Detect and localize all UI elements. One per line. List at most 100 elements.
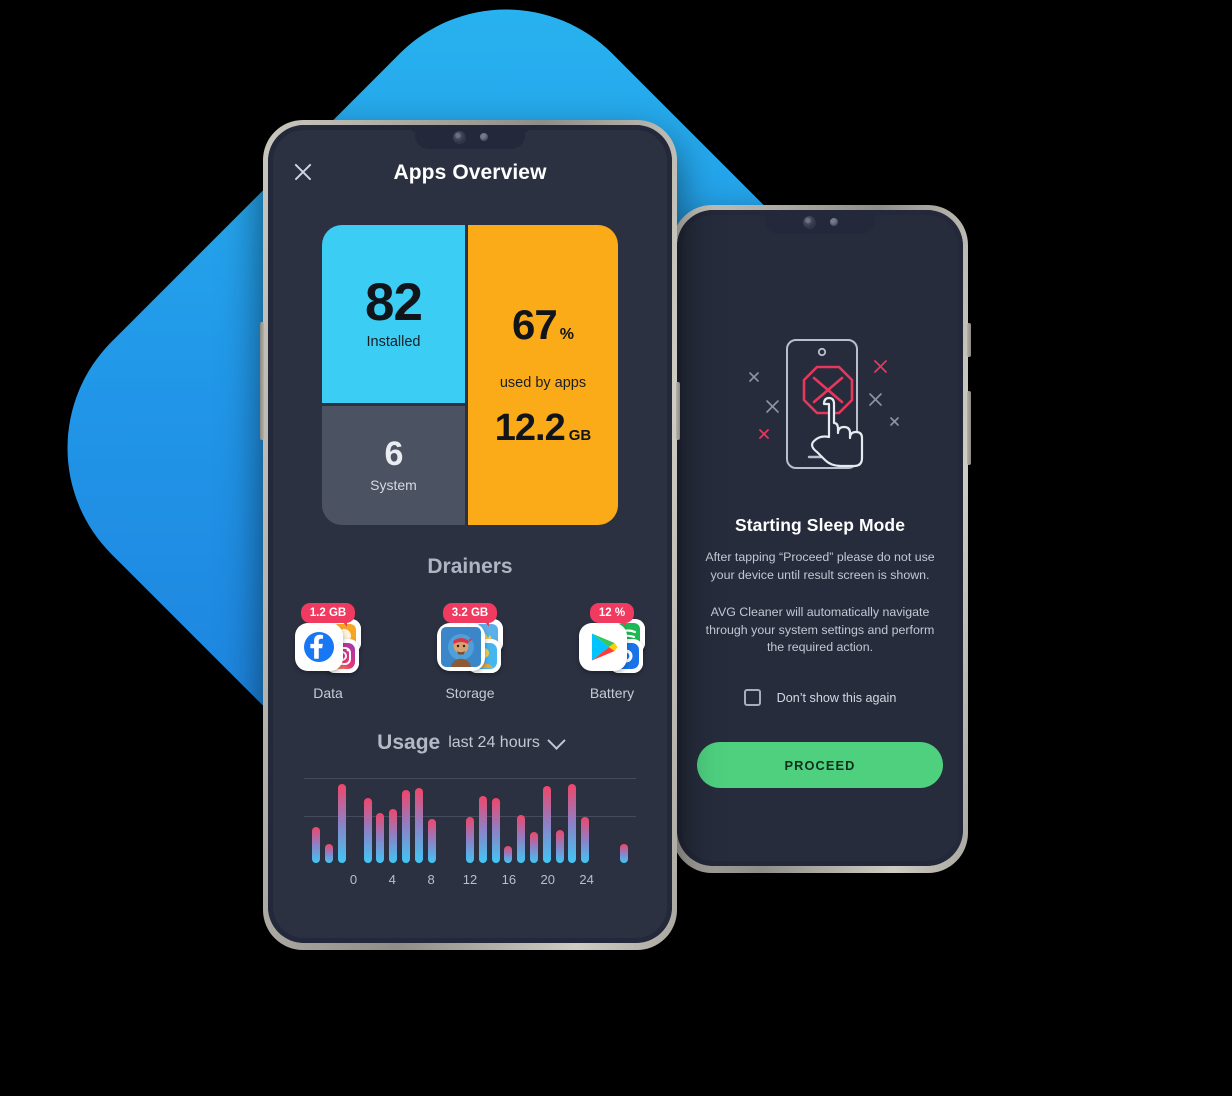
chart-bar (427, 819, 436, 863)
chart-bar-slot (400, 771, 413, 863)
system-apps-card[interactable]: 6 System (322, 406, 465, 525)
chart-bar (491, 798, 500, 863)
chart-bar-slot (515, 771, 528, 863)
sensor-icon (829, 218, 838, 226)
sleep-mode-title: Starting Sleep Mode (734, 515, 906, 535)
storage-usage-card[interactable]: 67 % used by apps 12.2 GB (468, 225, 618, 525)
chart-bar-slot (553, 771, 566, 863)
notch-front (415, 125, 525, 149)
volume-button-back[interactable] (967, 323, 971, 357)
screen-back: Starting Sleep Mode After tapping “Proce… (677, 210, 963, 866)
chart-bar-slot (310, 771, 323, 863)
drainer-data[interactable]: 1.2 GB Data (286, 603, 370, 701)
chart-bar (504, 846, 513, 863)
chart-bar-slot (451, 771, 464, 863)
chart-bar-slot (412, 771, 425, 863)
storage-percent-row: 67 % (512, 301, 574, 349)
storage-caption: used by apps (499, 374, 587, 391)
storage-size-row: 12.2 GB (495, 407, 591, 450)
chart-bar (389, 808, 398, 863)
drainers-title: Drainers (427, 555, 513, 578)
chart-bar (517, 814, 526, 863)
drainer-badge-wrap: 3.2 GB (442, 603, 498, 627)
chart-bar (568, 783, 577, 863)
chart-bar (376, 812, 385, 863)
chart-bar-slot (348, 771, 361, 863)
chart-x-tick: 12 (462, 872, 478, 887)
dont-show-again-label: Don’t show this again (776, 690, 897, 705)
usage-chart: 0 4 8 12 16 20 24 (304, 771, 636, 887)
proceed-button[interactable]: PROCEED (697, 742, 943, 788)
chart-x-tick: 4 (388, 872, 396, 887)
chart-bar-slot (323, 771, 336, 863)
installed-apps-card[interactable]: 82 Installed (322, 225, 465, 403)
drainer-badge-wrap: 12 % (589, 603, 635, 627)
chart-bar-slot (579, 771, 592, 863)
front-camera-icon (452, 130, 466, 144)
drainer-badge-wrap: 1.2 GB (300, 603, 356, 627)
chart-bar (465, 817, 474, 863)
chart-bar-slot (336, 771, 349, 863)
chart-bar (542, 785, 551, 863)
system-apps-value: 6 (384, 435, 404, 474)
chart-x-axis: 0 4 8 12 16 20 24 (334, 872, 606, 887)
drainer-storage-badge: 3.2 GB (442, 603, 498, 627)
sleep-mode-paragraph-2: AVG Cleaner will automatically navigate … (705, 605, 935, 655)
page-title: Apps Overview (393, 161, 547, 184)
stat-cards-left-column: 82 Installed 6 System (322, 225, 465, 525)
drainer-battery[interactable]: 12 % Battery (570, 603, 654, 701)
chart-bar-slot (617, 771, 630, 863)
chart-bar-slot (489, 771, 502, 863)
chart-x-tick: 16 (501, 872, 517, 887)
drainer-data-badge: 1.2 GB (300, 603, 356, 627)
screen-front: Apps Overview 82 Installed 6 System 67 %… (268, 125, 672, 943)
volume-button-front[interactable] (260, 322, 264, 440)
installed-apps-value: 82 (365, 272, 423, 332)
drainer-storage[interactable]: 3.2 GB Storage (428, 603, 512, 701)
chart-x-tick: 24 (579, 872, 594, 887)
storage-percent-value: 67 (512, 300, 558, 348)
chart-bar (529, 831, 538, 863)
chart-bar-slot (528, 771, 541, 863)
drainer-battery-label: Battery (589, 685, 635, 701)
drainer-data-label: Data (313, 685, 343, 701)
usage-title: Usage (377, 731, 441, 754)
chart-bar-slot (387, 771, 400, 863)
power-button-front[interactable] (676, 382, 680, 440)
chart-bar (325, 844, 334, 863)
system-apps-label: System (370, 476, 417, 493)
drainer-battery-icons (579, 617, 645, 675)
chart-bar-slot (566, 771, 579, 863)
stat-cards: 82 Installed 6 System 67 % used by apps … (322, 225, 618, 525)
chart-bar (581, 817, 590, 863)
chart-x-tick: 8 (427, 872, 435, 887)
storage-size-unit: GB (568, 426, 592, 444)
chart-bar-slot (464, 771, 477, 863)
chart-bar-slot (361, 771, 374, 863)
chart-bar (401, 789, 410, 863)
drainers-list: 1.2 GB Data 3.2 GB Storage 12 % Battery (268, 603, 672, 701)
drainer-data-icons (295, 617, 361, 675)
chart-x-tick: 20 (540, 872, 555, 887)
phone-blocked-tap-icon (725, 334, 915, 489)
dont-show-again-row[interactable]: Don’t show this again (743, 689, 897, 707)
sleep-mode-paragraph-1: After tapping “Proceed” please do not us… (705, 550, 935, 582)
chart-bar-slot (540, 771, 553, 863)
chart-x-tick: 0 (349, 872, 358, 887)
dont-show-again-checkbox[interactable] (743, 689, 761, 707)
chevron-down-icon[interactable] (547, 730, 566, 750)
usage-chart-plot (304, 771, 636, 863)
drainer-battery-badge: 12 % (589, 603, 635, 627)
phone-apps-overview: Apps Overview 82 Installed 6 System 67 %… (260, 120, 680, 950)
chart-bar (414, 787, 423, 863)
chart-bar-slot (425, 771, 438, 863)
chart-bar-slot (438, 771, 451, 863)
power-button-back[interactable] (967, 391, 971, 465)
chart-bar-slot (374, 771, 387, 863)
storage-percent-unit: % (559, 325, 574, 343)
chart-bar (363, 798, 372, 863)
facebook-icon (295, 623, 343, 671)
usage-header[interactable]: Usage last 24 hours (268, 730, 672, 755)
chart-bars (310, 771, 630, 863)
chart-bar (478, 796, 487, 863)
